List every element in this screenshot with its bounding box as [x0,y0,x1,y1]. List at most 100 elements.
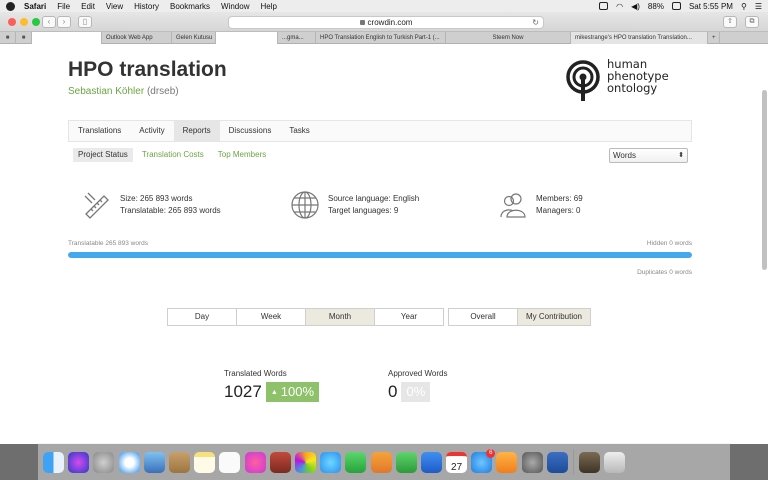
battery-icon[interactable] [671,2,681,10]
trash-icon[interactable] [604,451,626,473]
spotlight-icon[interactable]: ⚲ [741,2,747,11]
photos-icon[interactable] [294,451,316,473]
progress-bar [68,252,692,258]
menu-history[interactable]: History [134,2,159,11]
messages-icon[interactable] [320,451,342,473]
unit-select-value: Words [613,151,636,160]
subtab-top-members[interactable]: Top Members [213,148,271,162]
tab-translations[interactable]: Translations [69,121,130,141]
browser-tab[interactable]: HPO Translation English to Turkish Part-… [316,32,446,44]
size-text: Size: 265 893 words [120,194,193,203]
period-day-button[interactable]: Day [167,308,237,326]
calendar-icon[interactable]: 27 [446,451,468,473]
dock-separator [572,449,574,475]
wifi-icon[interactable]: ◠ [616,2,623,11]
reminders-icon[interactable] [219,451,241,473]
menu-file[interactable]: File [57,2,70,11]
browser-tab[interactable]: Gelen Kutusu [172,32,216,44]
preview-icon[interactable] [143,451,165,473]
menu-view[interactable]: View [106,2,123,11]
menu-bookmarks[interactable]: Bookmarks [170,2,210,11]
logo-text: human phenotype ontology [607,58,669,94]
my-contribution-button[interactable]: My Contribution [517,308,591,326]
owner-name-link[interactable]: Sebastian Köhler [68,86,144,97]
numbers-icon[interactable] [395,451,417,473]
target-languages-text: Target languages: 9 [328,206,399,215]
dock: 27 6 [38,443,730,480]
siri-icon[interactable] [68,451,90,473]
notes-icon[interactable] [194,451,216,473]
close-window-icon[interactable] [8,18,16,26]
itunes-icon[interactable] [244,451,266,473]
pinned-tab[interactable]: ■ [0,32,16,44]
select-arrows-icon: ⬍ [678,152,684,159]
managers-text: Managers: 0 [536,206,581,215]
subtab-project-status[interactable]: Project Status [73,148,133,162]
sidebar-icon[interactable]: ▯ [78,16,92,28]
owner-username: (drseb) [146,86,179,97]
menu-window[interactable]: Window [221,2,249,11]
system-preferences-icon[interactable] [521,451,543,473]
browser-tab[interactable] [216,32,278,44]
ruler-tool-icon [84,192,109,219]
back-icon[interactable]: ‹ [42,16,56,28]
subtab-translation-costs[interactable]: Translation Costs [137,148,209,162]
reload-icon[interactable]: ↻ [532,17,539,28]
menu-app-name[interactable]: Safari [24,2,46,11]
tab-discussions[interactable]: Discussions [220,121,281,141]
ibooks-icon[interactable] [496,451,518,473]
forward-icon[interactable]: › [57,16,71,28]
pinned-tab[interactable]: ■ [16,32,32,44]
pages-icon[interactable] [370,451,392,473]
members-text: Members: 69 [536,194,583,203]
members-stat: Members: 69 Managers: 0 [498,190,583,220]
logo-line: ontology [607,81,658,95]
size-stat: Size: 265 893 words Translatable: 265 89… [82,190,221,220]
menu-edit[interactable]: Edit [81,2,95,11]
contacts-icon[interactable] [169,451,191,473]
overall-button[interactable]: Overall [448,308,518,326]
browser-tab[interactable] [32,32,102,44]
finder-icon[interactable] [43,451,65,473]
clock[interactable]: Sat 5:55 PM [689,2,733,11]
period-week-button[interactable]: Week [236,308,306,326]
word-icon[interactable] [546,451,568,473]
period-year-button[interactable]: Year [374,308,444,326]
photo-booth-icon[interactable] [269,451,291,473]
approved-words-value: 0 [388,382,398,401]
fullscreen-window-icon[interactable] [32,18,40,26]
launchpad-icon[interactable] [93,451,115,473]
tab-reports[interactable]: Reports [173,121,220,141]
camera-icon[interactable] [599,2,609,10]
tab-activity[interactable]: Activity [130,121,173,141]
browser-tab-active[interactable]: mikestrange's HPO translation Translatio… [571,32,708,44]
page-scrollbar[interactable] [762,90,767,270]
period-switcher: Day Week Month Year [167,308,444,326]
duplicates-label: Duplicates 0 words [637,269,692,276]
period-month-button[interactable]: Month [305,308,375,326]
address-bar[interactable]: crowdin.com ↻ [228,16,544,29]
volume-icon[interactable]: ◀) [631,2,640,11]
battery-percent[interactable]: 88% [648,2,664,11]
tabs-overview-icon[interactable]: ⧉ [745,16,759,28]
tab-tasks[interactable]: Tasks [280,121,318,141]
image-icon[interactable] [579,451,601,473]
translatable-text: Translatable: 265 893 words [120,206,221,215]
unit-select[interactable]: Words ⬍ [609,148,688,163]
keynote-icon[interactable] [420,451,442,473]
app-store-icon[interactable]: 6 [471,448,496,473]
address-text: crowdin.com [367,18,413,27]
share-icon[interactable]: ⇧ [723,16,737,28]
view-switcher: Overall My Contribution [448,308,591,326]
browser-tab[interactable]: ...gma... [278,32,316,44]
browser-tab[interactable]: Outlook Web App [102,32,172,44]
minimize-window-icon[interactable] [20,18,28,26]
menu-help[interactable]: Help [260,2,276,11]
apple-icon[interactable] [6,1,15,11]
browser-tab[interactable]: Steem Now [446,32,571,44]
notification-center-icon[interactable]: ☰ [755,2,762,11]
new-tab-icon[interactable]: + [708,32,720,44]
facetime-icon[interactable] [345,451,367,473]
approved-percent: 0% [406,384,426,399]
safari-icon[interactable] [118,451,140,473]
